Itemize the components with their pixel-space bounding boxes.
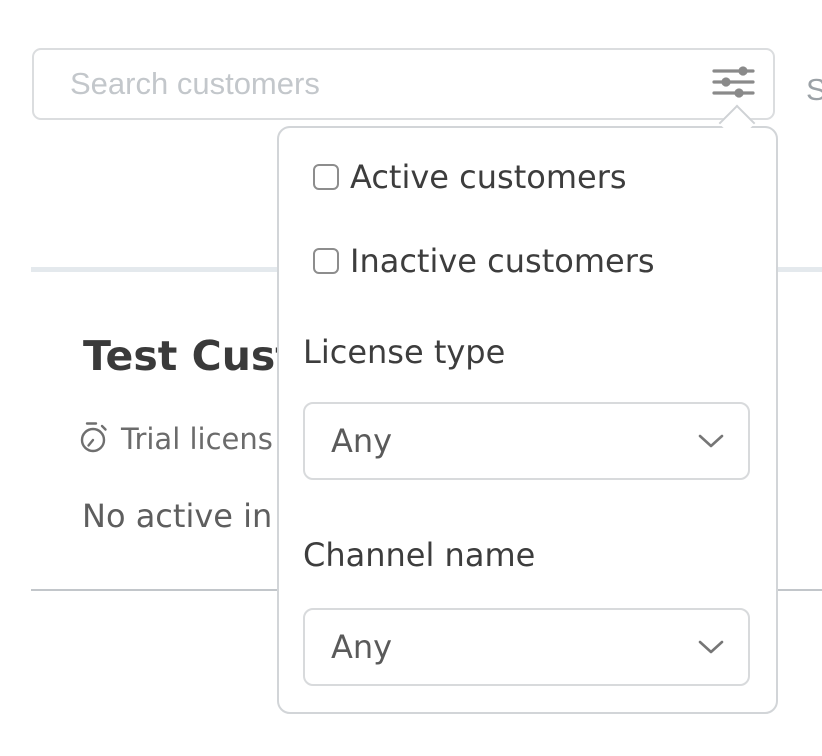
license-type-select-value: Any: [331, 404, 392, 478]
inactive-customers-checkbox[interactable]: [313, 248, 339, 274]
inactive-customers-label: Inactive customers: [350, 242, 655, 280]
inactive-customers-checkbox-row[interactable]: Inactive customers: [313, 240, 655, 282]
search-placeholder: Search customers: [70, 50, 320, 118]
active-customers-checkbox[interactable]: [313, 164, 339, 190]
customer-name-heading: Test Cust: [83, 332, 295, 380]
active-customers-label: Active customers: [350, 158, 627, 196]
license-type-label: License type: [303, 333, 505, 371]
license-type-select[interactable]: Any: [303, 402, 750, 480]
active-customers-checkbox-row[interactable]: Active customers: [313, 156, 627, 198]
customers-page: Search customers S Test Cust: [0, 0, 822, 756]
license-type-text: Trial licens: [121, 422, 273, 456]
channel-name-label: Channel name: [303, 536, 535, 574]
filter-dropdown-panel: Active customers Inactive customers Lice…: [277, 126, 778, 714]
chevron-down-icon: [698, 639, 724, 655]
channel-name-select-value: Any: [331, 610, 392, 684]
timer-icon: [79, 420, 109, 458]
chevron-down-icon: [698, 433, 724, 449]
filter-toggle-button[interactable]: [711, 65, 757, 103]
customer-status-text: No active in: [82, 497, 272, 535]
channel-name-select[interactable]: Any: [303, 608, 750, 686]
license-info-row: Trial licens: [79, 420, 273, 458]
clipped-right-text: S: [806, 72, 822, 108]
sliders-icon: [712, 65, 756, 103]
search-input[interactable]: Search customers: [32, 48, 775, 120]
